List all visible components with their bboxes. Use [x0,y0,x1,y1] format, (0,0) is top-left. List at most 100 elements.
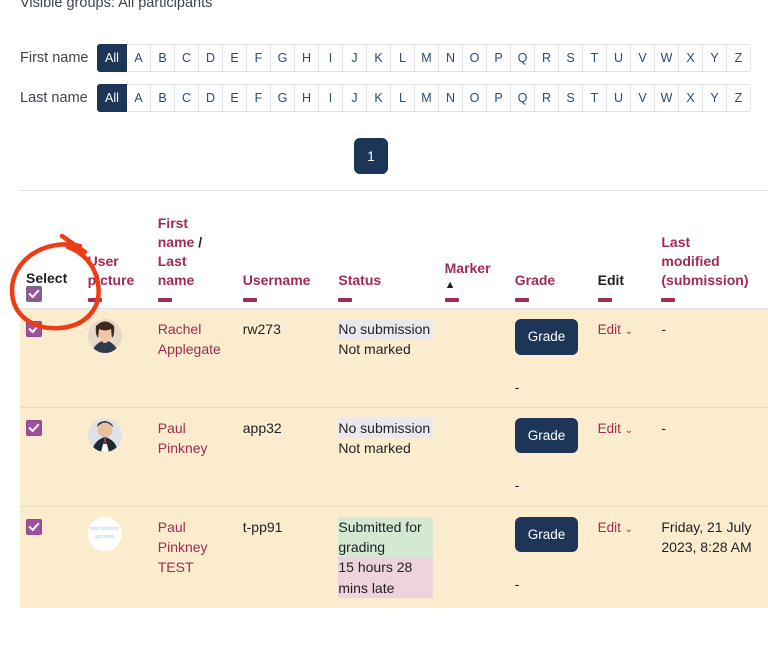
first-name-letter[interactable]: F [247,44,271,72]
last-name-letter[interactable]: A [127,84,151,112]
last-name-letter[interactable]: O [463,84,487,112]
last-name-letter[interactable]: M [415,84,439,112]
last-modified-header-line1[interactable]: Last [661,233,762,252]
grade-button[interactable]: Grade [514,516,579,553]
column-sort-dash-icon[interactable] [157,298,172,302]
first-name-letter[interactable]: N [439,44,463,72]
student-last-name[interactable]: Pinkney [158,537,231,557]
edit-menu-button[interactable]: Edit ⌄ [598,322,633,337]
username-header-label[interactable]: Username [243,271,327,290]
last-name-letter[interactable]: B [151,84,175,112]
grade-header-label[interactable]: Grade [515,271,586,290]
first-name-letter[interactable]: A [127,44,151,72]
name-header-line4[interactable]: name [158,271,231,290]
last-name-letter[interactable]: C [175,84,199,112]
last-name-letter[interactable]: G [271,84,295,112]
row-name-cell: Paul Pinkney TEST [151,506,237,608]
late-status: 15 hours 28 mins late [338,557,433,598]
first-name-letter[interactable]: V [631,44,655,72]
last-name-letter[interactable]: F [247,84,271,112]
first-name-letter[interactable]: B [151,44,175,72]
column-sort-dash-icon[interactable] [597,298,612,302]
last-name-letter[interactable]: I [319,84,343,112]
column-sort-dash-icon[interactable] [87,298,102,302]
last-name-letter[interactable]: T [583,84,607,112]
last-name-letter[interactable]: K [367,84,391,112]
avatar[interactable]: test student account [87,516,122,551]
select-all-checkbox[interactable] [26,286,42,302]
first-name-letter[interactable]: J [343,44,367,72]
last-name-letter[interactable]: Y [703,84,727,112]
row-select-checkbox[interactable] [26,518,42,535]
first-name-letter[interactable]: E [223,44,247,72]
edit-menu-button[interactable]: Edit ⌄ [598,520,633,535]
last-name-letter[interactable]: U [607,84,631,112]
row-select-checkbox[interactable] [26,419,42,436]
first-name-letter[interactable]: D [199,44,223,72]
grade-button[interactable]: Grade [514,417,579,454]
last-name-letter[interactable]: W [655,84,679,112]
last-name-letter[interactable]: S [559,84,583,112]
last-name-letter[interactable]: J [343,84,367,112]
first-name-letter[interactable]: Q [511,44,535,72]
last-name-letter[interactable]: N [439,84,463,112]
first-name-letter[interactable]: C [175,44,199,72]
student-first-name[interactable]: Rachel [158,319,231,339]
column-sort-dash-icon[interactable] [444,298,459,302]
last-name-letter[interactable]: L [391,84,415,112]
first-name-letter[interactable]: K [367,44,391,72]
edit-menu-button[interactable]: Edit ⌄ [598,421,633,436]
first-name-letter[interactable]: I [319,44,343,72]
first-name-letter[interactable]: S [559,44,583,72]
last-name-filter-all[interactable]: All [97,84,127,112]
row-select-cell [20,506,82,608]
pagination-page-1[interactable]: 1 [354,138,388,174]
last-modified-header-line3[interactable]: (submission) [661,271,762,290]
first-name-letter[interactable]: G [271,44,295,72]
avatar[interactable] [87,417,122,452]
first-name-letter[interactable]: W [655,44,679,72]
marker-header-label[interactable]: Marker [445,259,503,278]
grade-button[interactable]: Grade [514,319,579,355]
student-last-name[interactable]: Pinkney [158,438,231,458]
last-name-letter[interactable]: E [223,84,247,112]
first-name-letter[interactable]: L [391,44,415,72]
user-picture-header-label[interactable]: User picture [88,252,146,290]
row-select-checkbox[interactable] [26,321,42,337]
last-modified-header-line2[interactable]: modified [661,252,762,271]
student-first-name[interactable]: Paul [158,517,231,537]
student-first-name[interactable]: Paul [158,418,231,438]
student-name-suffix[interactable]: TEST [158,557,231,577]
last-name-letter[interactable]: R [535,84,559,112]
last-name-letter[interactable]: H [295,84,319,112]
column-sort-dash-icon[interactable] [661,298,676,302]
name-header-line3[interactable]: Last [158,252,231,271]
column-header-marker: Marker ▲ [438,190,509,309]
first-name-filter-all[interactable]: All [97,44,127,72]
column-sort-dash-icon[interactable] [338,298,353,302]
first-name-letter[interactable]: O [463,44,487,72]
first-name-letter[interactable]: U [607,44,631,72]
column-sort-dash-icon[interactable] [242,298,257,302]
status-header-label[interactable]: Status [338,271,432,290]
last-name-letter[interactable]: D [199,84,223,112]
last-name-letter[interactable]: X [679,84,703,112]
first-name-letter[interactable]: X [679,44,703,72]
column-sort-dash-icon[interactable] [514,298,529,302]
first-name-letter[interactable]: P [487,44,511,72]
last-name-letter[interactable]: Z [727,84,751,112]
first-name-letter[interactable]: M [415,44,439,72]
name-header-line1[interactable]: First [158,214,231,233]
row-marker-cell [438,308,509,408]
avatar[interactable] [87,319,122,353]
first-name-letter[interactable]: H [295,44,319,72]
student-last-name[interactable]: Applegate [158,339,231,359]
first-name-letter[interactable]: Z [727,44,751,72]
first-name-letter[interactable]: T [583,44,607,72]
first-name-letter[interactable]: Y [703,44,727,72]
last-name-letter[interactable]: V [631,84,655,112]
last-name-letter[interactable]: P [487,84,511,112]
last-name-letter[interactable]: Q [511,84,535,112]
name-header-line2[interactable]: name / [158,233,231,252]
first-name-letter[interactable]: R [535,44,559,72]
